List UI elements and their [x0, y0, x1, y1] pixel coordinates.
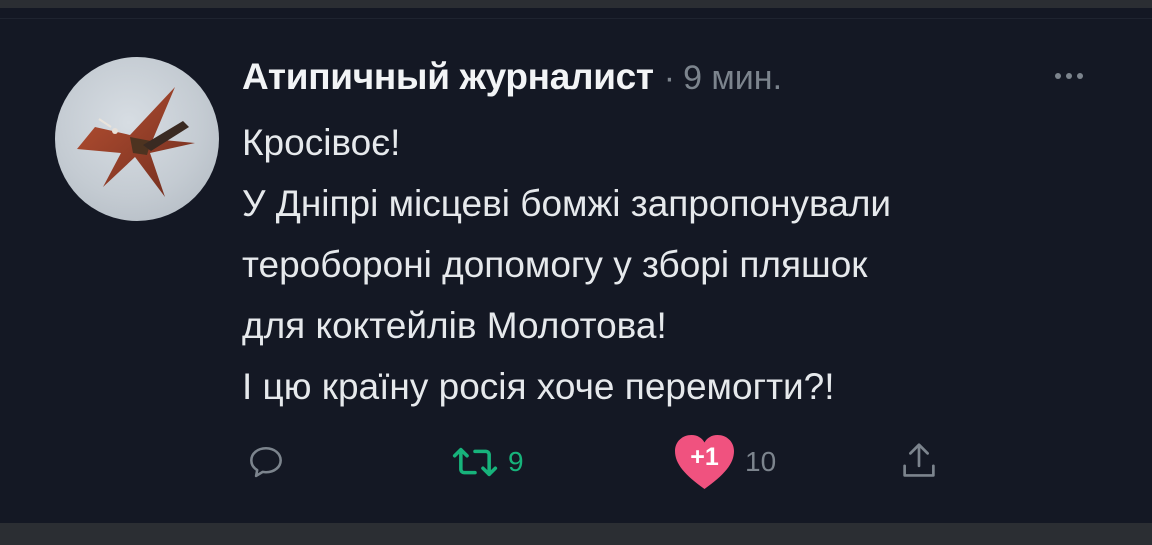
avatar-image	[77, 87, 195, 197]
share-button[interactable]	[896, 430, 942, 494]
retweet-icon	[452, 447, 498, 477]
top-strip	[0, 0, 1152, 8]
like-plus-badge: +1	[690, 443, 719, 471]
like-count: 10	[745, 446, 777, 477]
author-name[interactable]: Атипичный журналист	[242, 56, 654, 98]
timestamp[interactable]: 9 мин.	[683, 59, 782, 98]
tweet-header: Атипичный журналист · 9 мин.	[242, 56, 782, 104]
retweet-count: 9	[508, 446, 524, 477]
tweet-line: І цю країну росія хоче перемогти?!	[242, 366, 835, 407]
bottom-strip	[0, 523, 1152, 545]
divider	[0, 18, 1152, 19]
tweet-line: для коктейлів Молотова!	[242, 305, 667, 346]
action-bar: 9	[0, 430, 1152, 500]
more-dot	[1077, 73, 1083, 79]
tweet-line: У Дніпрі місцеві бомжі запропонували	[242, 183, 892, 224]
tweet-line: тероборонi допомогу у зборі пляшок	[242, 244, 868, 285]
share-icon	[903, 443, 935, 477]
avatar[interactable]	[55, 57, 219, 221]
separator-dot: ·	[663, 59, 676, 97]
reply-icon	[250, 446, 282, 478]
reply-button[interactable]	[244, 430, 288, 494]
tweet-line: Кросівоє!	[242, 122, 401, 163]
retweet-button[interactable]: 9	[452, 430, 524, 494]
more-dot	[1066, 73, 1072, 79]
tweet-text: Кросівоє! У Дніпрі місцеві бомжі запропо…	[242, 112, 1122, 417]
more-icon[interactable]	[1044, 68, 1094, 84]
more-dot	[1055, 73, 1061, 79]
